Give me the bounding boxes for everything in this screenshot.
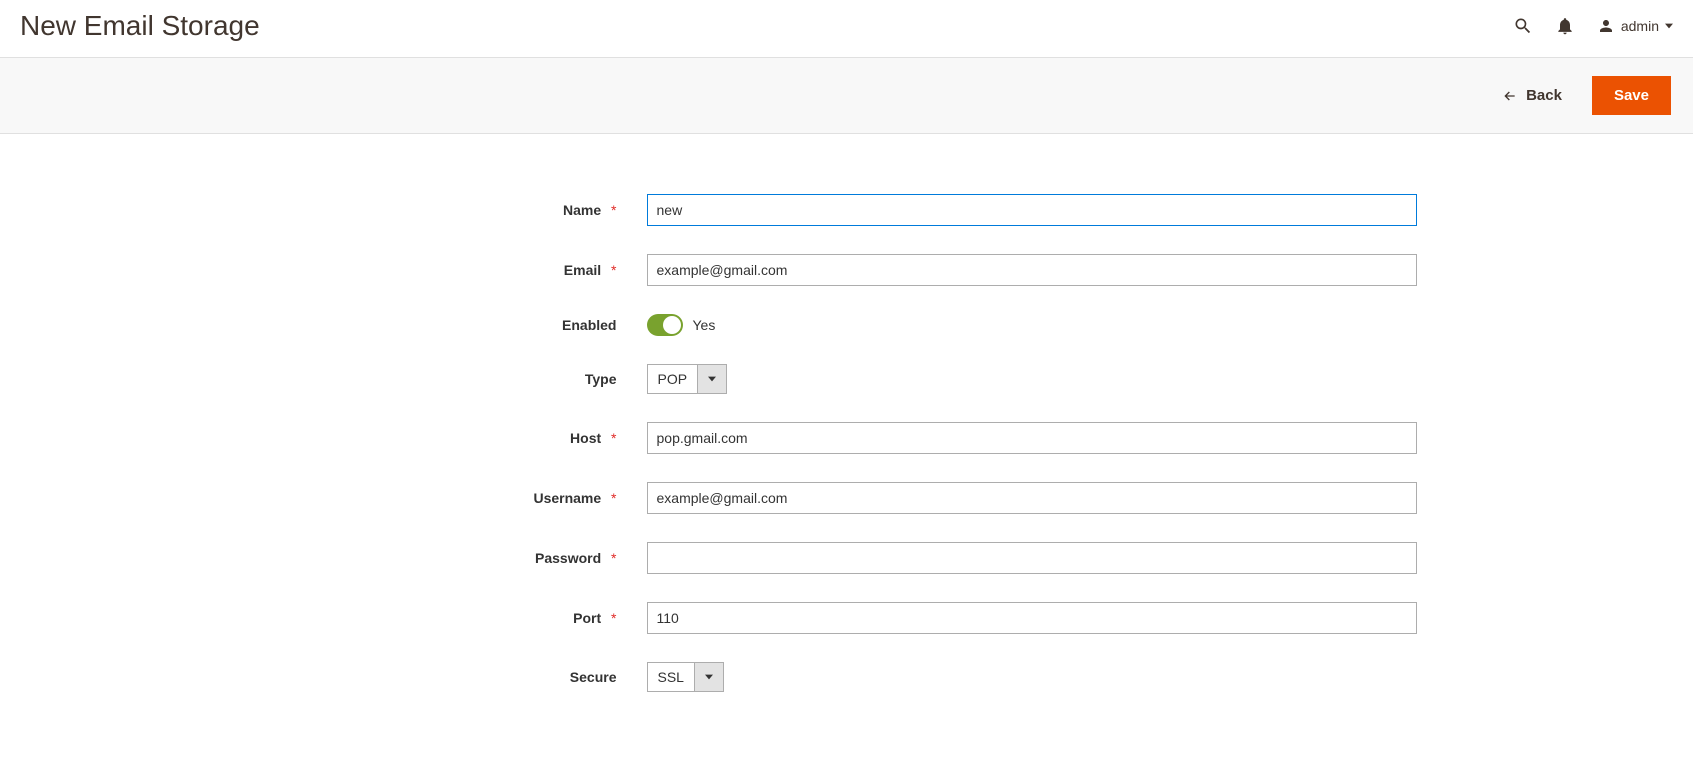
label-username: Username *: [247, 490, 647, 506]
row-port: Port *: [247, 602, 1447, 634]
enabled-toggle[interactable]: [647, 314, 683, 336]
back-button[interactable]: Back: [1502, 87, 1562, 104]
row-type: Type POP: [247, 364, 1447, 394]
name-input[interactable]: [647, 194, 1417, 226]
back-label: Back: [1526, 87, 1562, 104]
username-input[interactable]: [647, 482, 1417, 514]
user-menu[interactable]: admin: [1597, 17, 1673, 35]
page-title: New Email Storage: [20, 10, 260, 42]
notification-icon[interactable]: [1555, 16, 1575, 36]
email-input[interactable]: [647, 254, 1417, 286]
required-mark: *: [611, 610, 616, 626]
user-icon: [1597, 17, 1615, 35]
required-mark: *: [611, 202, 616, 218]
toggle-knob: [663, 316, 681, 334]
required-mark: *: [611, 430, 616, 446]
label-password: Password *: [247, 550, 647, 566]
header-actions: admin: [1513, 16, 1673, 36]
row-secure: Secure SSL: [247, 662, 1447, 692]
type-select[interactable]: POP: [647, 364, 728, 394]
label-email: Email *: [247, 262, 647, 278]
row-email: Email *: [247, 254, 1447, 286]
page-header: New Email Storage admin: [0, 0, 1693, 58]
action-bar: Back Save: [0, 58, 1693, 134]
arrow-left-icon: [1502, 88, 1518, 104]
row-password: Password *: [247, 542, 1447, 574]
chevron-down-icon: [694, 662, 724, 692]
label-enabled: Enabled: [247, 317, 647, 333]
secure-value: SSL: [647, 662, 694, 692]
row-enabled: Enabled Yes: [247, 314, 1447, 336]
password-input[interactable]: [647, 542, 1417, 574]
label-port: Port *: [247, 610, 647, 626]
required-mark: *: [611, 262, 616, 278]
form: Name * Email * Enabled Yes: [247, 134, 1447, 760]
required-mark: *: [611, 490, 616, 506]
required-mark: *: [611, 550, 616, 566]
save-button[interactable]: Save: [1592, 76, 1671, 115]
label-name: Name *: [247, 202, 647, 218]
chevron-down-icon: [1665, 23, 1673, 29]
user-label: admin: [1621, 18, 1659, 34]
type-value: POP: [647, 364, 698, 394]
enabled-text: Yes: [693, 317, 716, 333]
chevron-down-icon: [697, 364, 727, 394]
label-type: Type: [247, 371, 647, 387]
row-host: Host *: [247, 422, 1447, 454]
label-host: Host *: [247, 430, 647, 446]
label-secure: Secure: [247, 669, 647, 685]
row-name: Name *: [247, 194, 1447, 226]
row-username: Username *: [247, 482, 1447, 514]
secure-select[interactable]: SSL: [647, 662, 724, 692]
host-input[interactable]: [647, 422, 1417, 454]
port-input[interactable]: [647, 602, 1417, 634]
search-icon[interactable]: [1513, 16, 1533, 36]
